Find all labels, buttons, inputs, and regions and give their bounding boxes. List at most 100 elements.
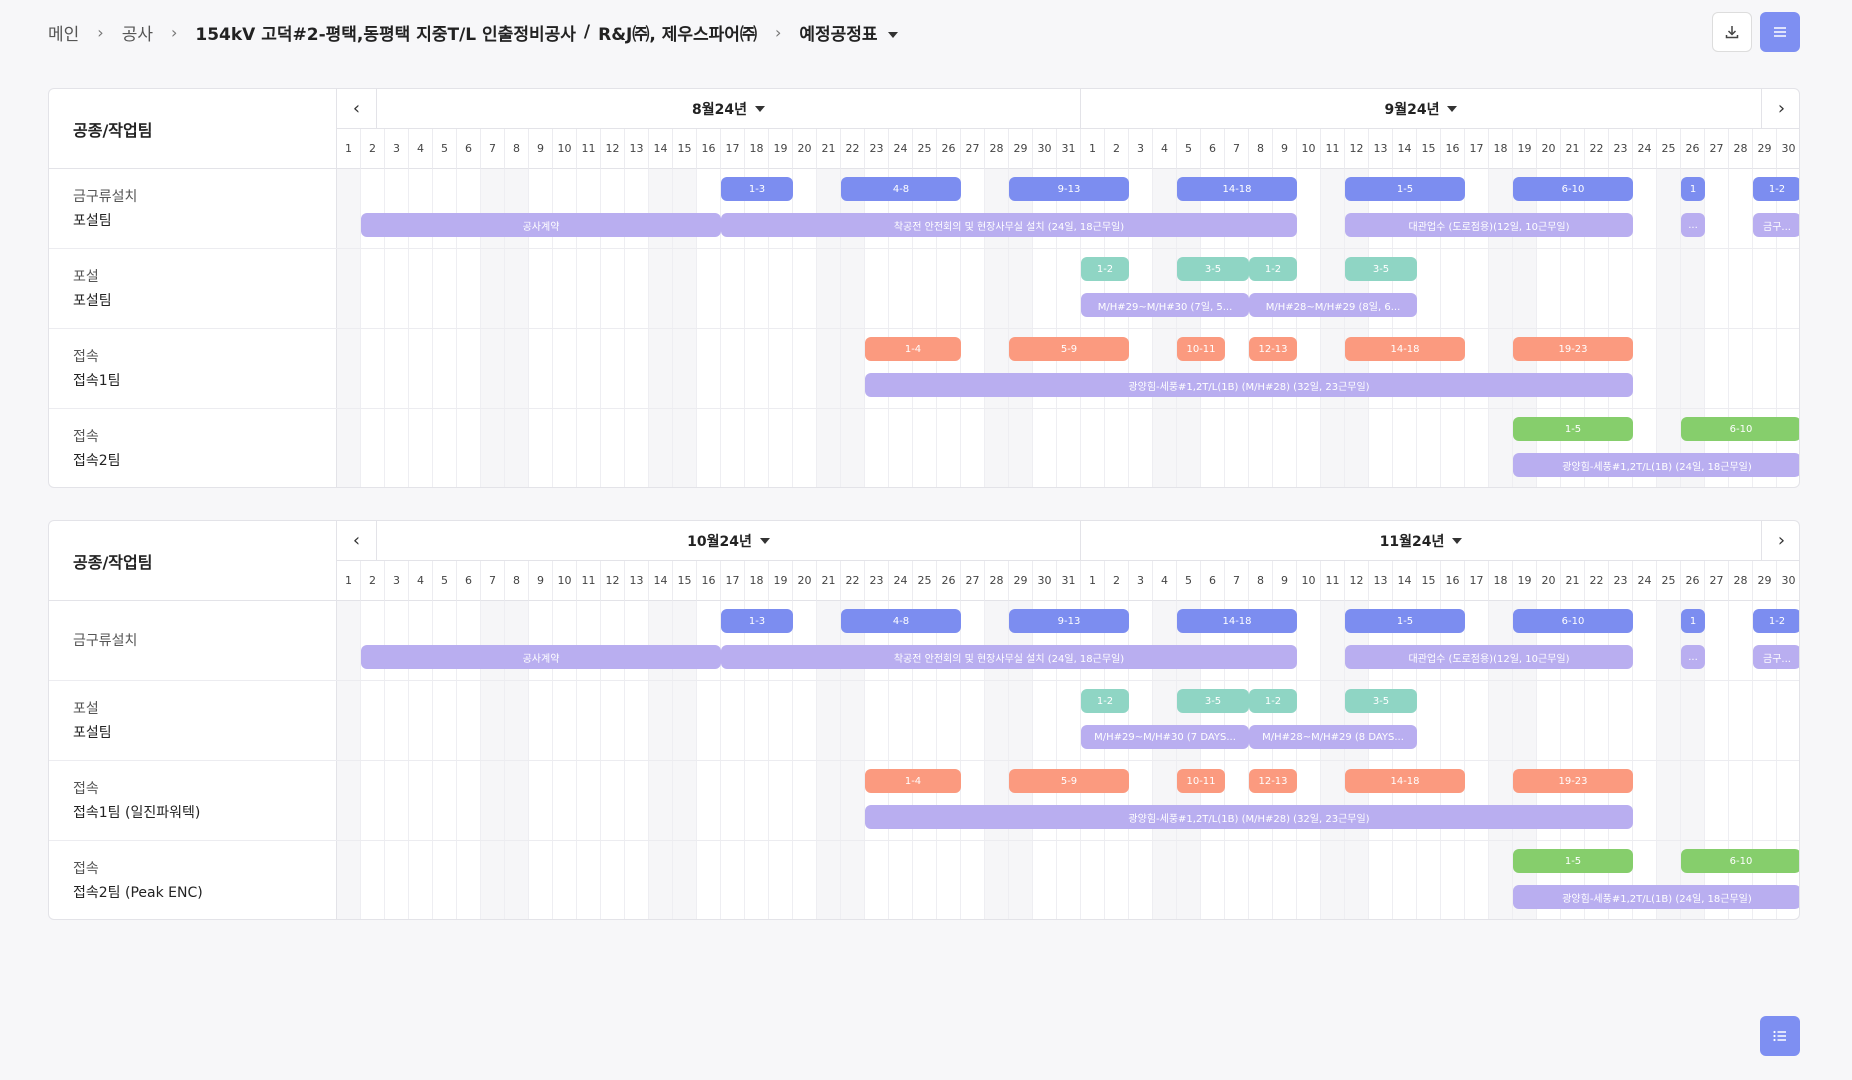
day-header-cell: 26 xyxy=(1681,561,1705,601)
day-header-cell: 11 xyxy=(1321,129,1345,169)
download-button[interactable] xyxy=(1712,12,1752,52)
month-selector[interactable]: 10월24년 xyxy=(377,521,1081,561)
schedule-bar[interactable]: 6-10 xyxy=(1513,609,1633,633)
breadcrumb-section-link[interactable]: 공사 xyxy=(122,20,153,45)
prev-month-button[interactable]: ‹ xyxy=(337,89,377,129)
schedule-bar[interactable]: 3-5 xyxy=(1177,689,1249,713)
column-header-label: 공종/작업팀 xyxy=(49,89,337,169)
day-header-cell: 21 xyxy=(1561,561,1585,601)
schedule-bar[interactable]: 광양힘-세풍#1,2T/L(1B) (24일, 18근무일) xyxy=(1513,453,1799,477)
schedule-bar[interactable]: 1-2 xyxy=(1081,689,1129,713)
schedule-bar[interactable]: 공사계약 xyxy=(361,213,721,237)
day-header-cell: 19 xyxy=(1513,561,1537,601)
schedule-bar[interactable]: 1-3 xyxy=(721,609,793,633)
schedule-bar[interactable]: 금구... xyxy=(1753,213,1799,237)
schedule-bar[interactable]: 1-4 xyxy=(865,337,961,361)
day-header-cell: 28 xyxy=(985,129,1009,169)
day-header-cell: 16 xyxy=(697,561,721,601)
schedule-bar[interactable]: 착공전 안전회의 및 현장사무실 설치 (24일, 18근무일) xyxy=(721,213,1297,237)
month-selector[interactable]: 9월24년 xyxy=(1081,89,1761,129)
schedule-bar[interactable]: 6-10 xyxy=(1681,417,1799,441)
schedule-bar[interactable]: 14-18 xyxy=(1345,769,1465,793)
schedule-bar[interactable]: ... xyxy=(1681,213,1705,237)
schedule-bar[interactable]: 1-2 xyxy=(1081,257,1129,281)
schedule-bar[interactable]: 10-11 xyxy=(1177,337,1225,361)
next-month-button[interactable]: › xyxy=(1761,521,1799,561)
schedule-bar[interactable]: ... xyxy=(1681,645,1705,669)
day-header-cell: 14 xyxy=(649,561,673,601)
page-title-dropdown[interactable]: 예정공정표 xyxy=(799,20,898,45)
schedule-bar[interactable]: 19-23 xyxy=(1513,769,1633,793)
schedule-bar[interactable]: 19-23 xyxy=(1513,337,1633,361)
schedule-bar[interactable]: 착공전 안전회의 및 현장사무실 설치 (24일, 18근무일) xyxy=(721,645,1297,669)
schedule-bar[interactable]: 12-13 xyxy=(1249,337,1297,361)
prev-month-button[interactable]: ‹ xyxy=(337,521,377,561)
schedule-bar[interactable]: 대관업수 (도로점용)(12일, 10근무일) xyxy=(1345,645,1633,669)
schedule-bar[interactable]: 광양힘-세풍#1,2T/L(1B) (24일, 18근무일) xyxy=(1513,885,1799,909)
day-header-cell: 15 xyxy=(673,129,697,169)
schedule-bar[interactable]: 1 xyxy=(1681,177,1705,201)
day-header-cell: 27 xyxy=(1705,561,1729,601)
day-header-cell: 22 xyxy=(841,129,865,169)
row-team-label: 접속2팀 (Peak ENC) xyxy=(73,884,203,901)
schedule-bar[interactable]: 1-5 xyxy=(1513,417,1633,441)
schedule-bar[interactable]: 대관업수 (도로점용)(12일, 10근무일) xyxy=(1345,213,1633,237)
schedule-bar[interactable]: 9-13 xyxy=(1009,177,1129,201)
day-header-cell: 8 xyxy=(505,129,529,169)
schedule-bar[interactable]: 14-18 xyxy=(1345,337,1465,361)
schedule-bar[interactable]: 5-9 xyxy=(1009,769,1129,793)
schedule-bar[interactable]: 3-5 xyxy=(1177,257,1249,281)
schedule-bar[interactable]: 1-4 xyxy=(865,769,961,793)
schedule-bar[interactable]: 1-2 xyxy=(1753,177,1799,201)
schedule-bar[interactable]: 14-18 xyxy=(1177,177,1297,201)
day-header-cell: 24 xyxy=(889,129,913,169)
schedule-bar[interactable]: 공사계약 xyxy=(361,645,721,669)
schedule-bar[interactable]: 14-18 xyxy=(1177,609,1297,633)
menu-button[interactable] xyxy=(1760,12,1800,52)
schedule-bar[interactable]: 5-9 xyxy=(1009,337,1129,361)
schedule-bar[interactable]: 6-10 xyxy=(1681,849,1799,873)
month-selector[interactable]: 11월24년 xyxy=(1081,521,1761,561)
schedule-bar[interactable]: 1-2 xyxy=(1753,609,1799,633)
day-header-cell: 4 xyxy=(409,561,433,601)
schedule-bar[interactable]: 금구... xyxy=(1753,645,1799,669)
schedule-bar[interactable]: 광양힘-세풍#1,2T/L(1B) (M/H#28) (32일, 23근무일) xyxy=(865,373,1633,397)
day-header-cell: 9 xyxy=(529,129,553,169)
schedule-bar[interactable]: 광양힘-세풍#1,2T/L(1B) (M/H#28) (32일, 23근무일) xyxy=(865,805,1633,829)
schedule-bar[interactable]: 1-2 xyxy=(1249,689,1297,713)
next-month-button[interactable]: › xyxy=(1761,89,1799,129)
month-selector[interactable]: 8월24년 xyxy=(377,89,1081,129)
breadcrumb-project-link[interactable]: 154kV 고덕#2-평택,동평택 지중T/L 인출정비공사 xyxy=(195,20,576,45)
schedule-bar[interactable]: M/H#29~M/H#30 (7 DAYS... xyxy=(1081,725,1249,749)
day-header-cell: 22 xyxy=(841,561,865,601)
list-view-button[interactable] xyxy=(1760,1016,1800,1056)
schedule-bar[interactable]: 10-11 xyxy=(1177,769,1225,793)
schedule-bar[interactable]: 1-3 xyxy=(721,177,793,201)
schedule-bar[interactable]: 3-5 xyxy=(1345,689,1417,713)
schedule-bar[interactable]: 4-8 xyxy=(841,177,961,201)
schedule-bar[interactable]: M/H#28~M/H#29 (8일, 6... xyxy=(1249,293,1417,317)
schedule-bar[interactable]: 1 xyxy=(1681,609,1705,633)
breadcrumb-company-link[interactable]: R&J㈜, 제우스파어㈜ xyxy=(598,20,757,45)
schedule-bar[interactable]: M/H#29~M/H#30 (7일, 5... xyxy=(1081,293,1249,317)
schedule-bar[interactable]: 1-5 xyxy=(1513,849,1633,873)
schedule-bar[interactable]: 4-8 xyxy=(841,609,961,633)
schedule-bar[interactable]: 12-13 xyxy=(1249,769,1297,793)
day-header-cell: 17 xyxy=(1465,561,1489,601)
day-header-cell: 16 xyxy=(697,129,721,169)
schedule-bar[interactable]: 1-5 xyxy=(1345,177,1465,201)
breadcrumb-home-link[interactable]: 메인 xyxy=(48,20,79,45)
schedule-bar[interactable]: 9-13 xyxy=(1009,609,1129,633)
schedule-bar[interactable]: 1-5 xyxy=(1345,609,1465,633)
schedule-bar[interactable]: 1-2 xyxy=(1249,257,1297,281)
day-header-cell: 11 xyxy=(1321,561,1345,601)
day-header-cell: 5 xyxy=(1177,129,1201,169)
day-header-cell: 3 xyxy=(1129,129,1153,169)
day-header-cell: 5 xyxy=(1177,561,1201,601)
schedule-bar[interactable]: 3-5 xyxy=(1345,257,1417,281)
schedule-bar[interactable]: M/H#28~M/H#29 (8 DAYS... xyxy=(1249,725,1417,749)
row-team-label: 접속2팀 xyxy=(73,452,121,469)
schedule-bar[interactable]: 6-10 xyxy=(1513,177,1633,201)
day-header-cell: 29 xyxy=(1009,129,1033,169)
day-header-cell: 12 xyxy=(601,129,625,169)
